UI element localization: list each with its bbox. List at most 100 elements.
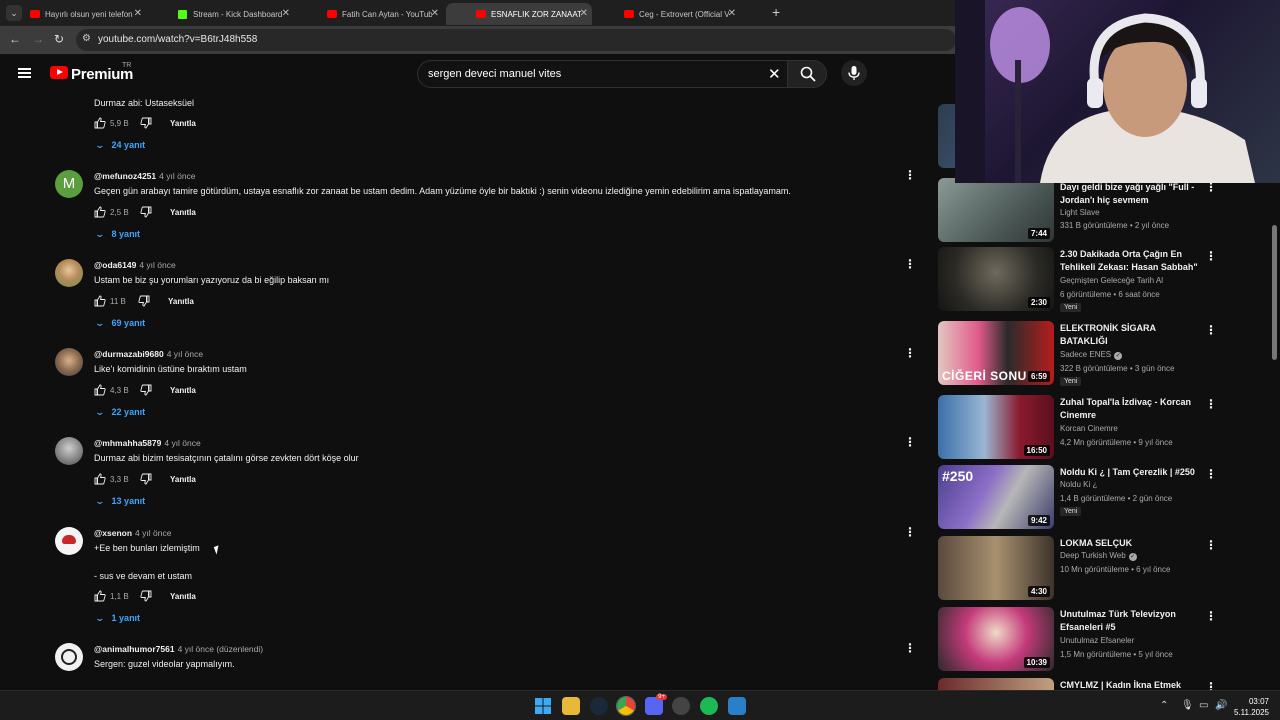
- reply-button[interactable]: Yanıtla: [168, 297, 194, 306]
- clear-search-icon[interactable]: ✕: [768, 65, 781, 83]
- thumbs-up-icon[interactable]: [94, 384, 106, 396]
- thumbs-down-icon[interactable]: [140, 473, 152, 485]
- video-thumbnail[interactable]: [938, 678, 1054, 690]
- more-actions-icon[interactable]: ⋮: [1205, 323, 1217, 337]
- site-info-icon[interactable]: ⚙: [82, 33, 91, 44]
- more-actions-icon[interactable]: ⋮: [904, 641, 916, 655]
- video-title[interactable]: 2.30 Dakikada Orta Çağın En Tehlikeli Ze…: [1060, 248, 1200, 274]
- video-title[interactable]: CMYLMZ | Kadın İkna Etmek: [1060, 679, 1200, 690]
- more-actions-icon[interactable]: ⋮: [904, 525, 916, 539]
- more-actions-icon[interactable]: ⋮: [1205, 249, 1217, 263]
- close-tab-icon[interactable]: ✕: [282, 8, 290, 19]
- author-handle[interactable]: @xsenon: [94, 528, 132, 538]
- thumbs-down-icon[interactable]: [140, 384, 152, 396]
- channel-name[interactable]: Korcan Cinemre: [1060, 424, 1118, 433]
- video-title[interactable]: Noldu Ki ¿ | Tam Çerezlik | #250: [1060, 466, 1200, 479]
- video-thumbnail[interactable]: #250 9:42: [938, 465, 1054, 529]
- video-title[interactable]: ELEKTRONİK SİGARA BATAKLIĞI: [1060, 322, 1200, 348]
- video-thumbnail[interactable]: 10:39: [938, 607, 1054, 671]
- channel-name-text[interactable]: Sadece ENES: [1060, 350, 1111, 359]
- more-actions-icon[interactable]: ⋮: [904, 168, 916, 182]
- thumbs-up-icon[interactable]: [94, 590, 106, 602]
- comment-age[interactable]: 4 yıl önce: [167, 349, 203, 359]
- more-actions-icon[interactable]: ⋮: [1205, 538, 1217, 552]
- recommendation-item[interactable]: 16:50 Zuhal Topal'la İzdivaç - Korcan Ci…: [937, 395, 1267, 461]
- comment-age[interactable]: 4 yıl önce: [139, 260, 175, 270]
- more-actions-icon[interactable]: ⋮: [904, 257, 916, 271]
- new-tab-button[interactable]: +: [772, 4, 780, 20]
- spotify-icon[interactable]: [700, 697, 718, 715]
- thumbs-up-icon[interactable]: [94, 117, 106, 129]
- comment-age[interactable]: 4 yıl önce (düzenlendi): [178, 644, 264, 654]
- more-actions-icon[interactable]: ⋮: [1205, 397, 1217, 411]
- video-thumbnail[interactable]: 7:44: [938, 178, 1054, 242]
- chevron-up-icon[interactable]: ⌃: [1160, 700, 1168, 711]
- video-thumbnail[interactable]: 16:50: [938, 395, 1054, 459]
- photos-icon[interactable]: [728, 697, 746, 715]
- avatar[interactable]: [55, 259, 83, 287]
- video-title[interactable]: Dayı geldi bize yağı yağlı "Full - Jorda…: [1060, 181, 1200, 207]
- browser-tab[interactable]: Stream - Kick Dashboard ✕: [148, 3, 294, 25]
- author-handle[interactable]: @mefunoz4251: [94, 171, 156, 181]
- comment-age[interactable]: 4 yıl önce: [159, 171, 195, 181]
- view-replies-button[interactable]: ⌄ 22 yanıt: [94, 407, 145, 418]
- view-replies-button[interactable]: ⌄ 69 yanıt: [94, 318, 145, 329]
- forward-arrow-icon[interactable]: →: [32, 32, 44, 46]
- back-arrow-icon[interactable]: ←: [9, 32, 21, 46]
- recommendation-item[interactable]: 4:30 LOKMA SELÇUK Deep Turkish Web ✓ 10 M…: [937, 536, 1267, 602]
- view-replies-button[interactable]: ⌄ 13 yanıt: [94, 496, 145, 507]
- voice-search-button[interactable]: [841, 60, 867, 86]
- reload-icon[interactable]: ↻: [54, 32, 64, 46]
- comment-age[interactable]: 4 yıl önce: [135, 528, 171, 538]
- search-input[interactable]: sergen deveci manuel vites ✕: [417, 60, 787, 88]
- search-button[interactable]: [787, 60, 827, 88]
- channel-name[interactable]: Deep Turkish Web ✓: [1060, 551, 1137, 561]
- discord-icon[interactable]: 9+: [645, 694, 667, 715]
- page-scrollbar[interactable]: [1272, 225, 1277, 360]
- thumbs-up-icon[interactable]: [94, 473, 106, 485]
- more-actions-icon[interactable]: ⋮: [1205, 680, 1217, 690]
- more-actions-icon[interactable]: ⋮: [1205, 609, 1217, 623]
- view-replies-button[interactable]: ⌄ 24 yanıt: [94, 140, 145, 151]
- menu-icon[interactable]: [18, 68, 31, 78]
- channel-name[interactable]: Unutulmaz Efsaneler: [1060, 636, 1134, 645]
- video-title[interactable]: Zuhal Topal'la İzdivaç - Korcan Cinemre: [1060, 396, 1200, 422]
- avatar[interactable]: [55, 643, 83, 671]
- close-tab-icon[interactable]: ✕: [431, 8, 439, 19]
- author-handle[interactable]: @durmazabi9680: [94, 349, 164, 359]
- video-title[interactable]: LOKMA SELÇUK: [1060, 537, 1200, 550]
- comment-author[interactable]: @animalhumor7561 4 yıl önce (düzenlendi): [94, 644, 263, 654]
- recommendation-item[interactable]: CMYLMZ | Kadın İkna Etmek ⋮: [937, 678, 1267, 690]
- comment-age[interactable]: 4 yıl önce: [164, 438, 200, 448]
- steam-icon[interactable]: [590, 697, 608, 715]
- video-thumbnail[interactable]: CİĞERİ SONU 6:59: [938, 321, 1054, 385]
- address-bar[interactable]: ⚙ youtube.com/watch?v=B6trJ48h558: [76, 29, 956, 51]
- avatar[interactable]: [55, 348, 83, 376]
- reply-button[interactable]: Yanıtla: [170, 208, 196, 217]
- thumbs-down-icon[interactable]: [138, 295, 150, 307]
- reply-button[interactable]: Yanıtla: [170, 119, 196, 128]
- recommendation-item[interactable]: #250 9:42 Noldu Ki ¿ | Tam Çerezlik | #2…: [937, 465, 1267, 531]
- browser-tab[interactable]: Fatih Can Aytan - YouTube ✕: [297, 3, 443, 25]
- reply-button[interactable]: Yanıtla: [170, 386, 196, 395]
- youtube-logo-icon[interactable]: [50, 66, 68, 79]
- author-handle[interactable]: @animalhumor7561: [94, 644, 175, 654]
- file-explorer-icon[interactable]: [562, 697, 580, 715]
- browser-tab[interactable]: Ceg - Extrovert (Official Video) ✕: [594, 3, 740, 25]
- comment-author[interactable]: @xsenon 4 yıl önce: [94, 528, 171, 538]
- thumbs-down-icon[interactable]: [140, 117, 152, 129]
- reply-button[interactable]: Yanıtla: [170, 592, 196, 601]
- network-icon[interactable]: ▭: [1199, 700, 1208, 711]
- comment-author[interactable]: @mhmahha5879 4 yıl önce: [94, 438, 201, 448]
- channel-name-text[interactable]: Deep Turkish Web: [1060, 551, 1126, 560]
- author-handle[interactable]: @oda6149: [94, 260, 136, 270]
- comment-author[interactable]: @mefunoz4251 4 yıl önce: [94, 171, 196, 181]
- more-actions-icon[interactable]: ⋮: [1205, 467, 1217, 481]
- more-actions-icon[interactable]: ⋮: [904, 346, 916, 360]
- comment-author[interactable]: @durmazabi9680 4 yıl önce: [94, 349, 203, 359]
- avatar[interactable]: [55, 437, 83, 465]
- chrome-icon[interactable]: [616, 696, 636, 716]
- comment-author[interactable]: @oda6149 4 yıl önce: [94, 260, 176, 270]
- thumbs-up-icon[interactable]: [94, 295, 106, 307]
- author-handle[interactable]: @mhmahha5879: [94, 438, 161, 448]
